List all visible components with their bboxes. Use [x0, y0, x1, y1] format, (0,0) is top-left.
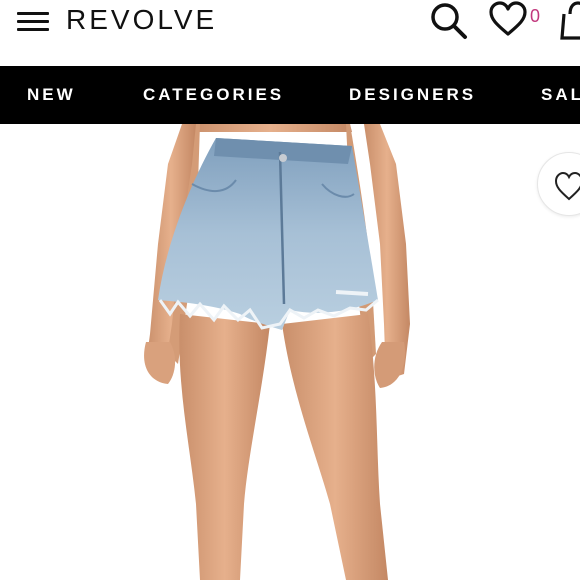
heart-outline-icon — [554, 171, 580, 201]
product-photo — [144, 124, 410, 580]
bag-icon[interactable] — [558, 0, 580, 40]
site-header: REVOLVE 0 — [0, 0, 580, 66]
site-logo[interactable]: REVOLVE — [66, 3, 217, 37]
main-nav: NEW CATEGORIES DESIGNERS SALE — [0, 66, 580, 124]
heart-icon[interactable] — [488, 0, 528, 38]
nav-item-categories[interactable]: CATEGORIES — [143, 66, 284, 124]
nav-item-designers[interactable]: DESIGNERS — [349, 66, 476, 124]
nav-item-sale[interactable]: SALE — [541, 66, 580, 124]
nav-item-new[interactable]: NEW — [27, 66, 76, 124]
search-icon[interactable] — [428, 0, 470, 42]
menu-icon[interactable] — [17, 10, 49, 34]
wishlist-count: 0 — [530, 6, 541, 26]
favorite-button[interactable] — [537, 152, 580, 216]
product-image[interactable] — [0, 124, 580, 580]
